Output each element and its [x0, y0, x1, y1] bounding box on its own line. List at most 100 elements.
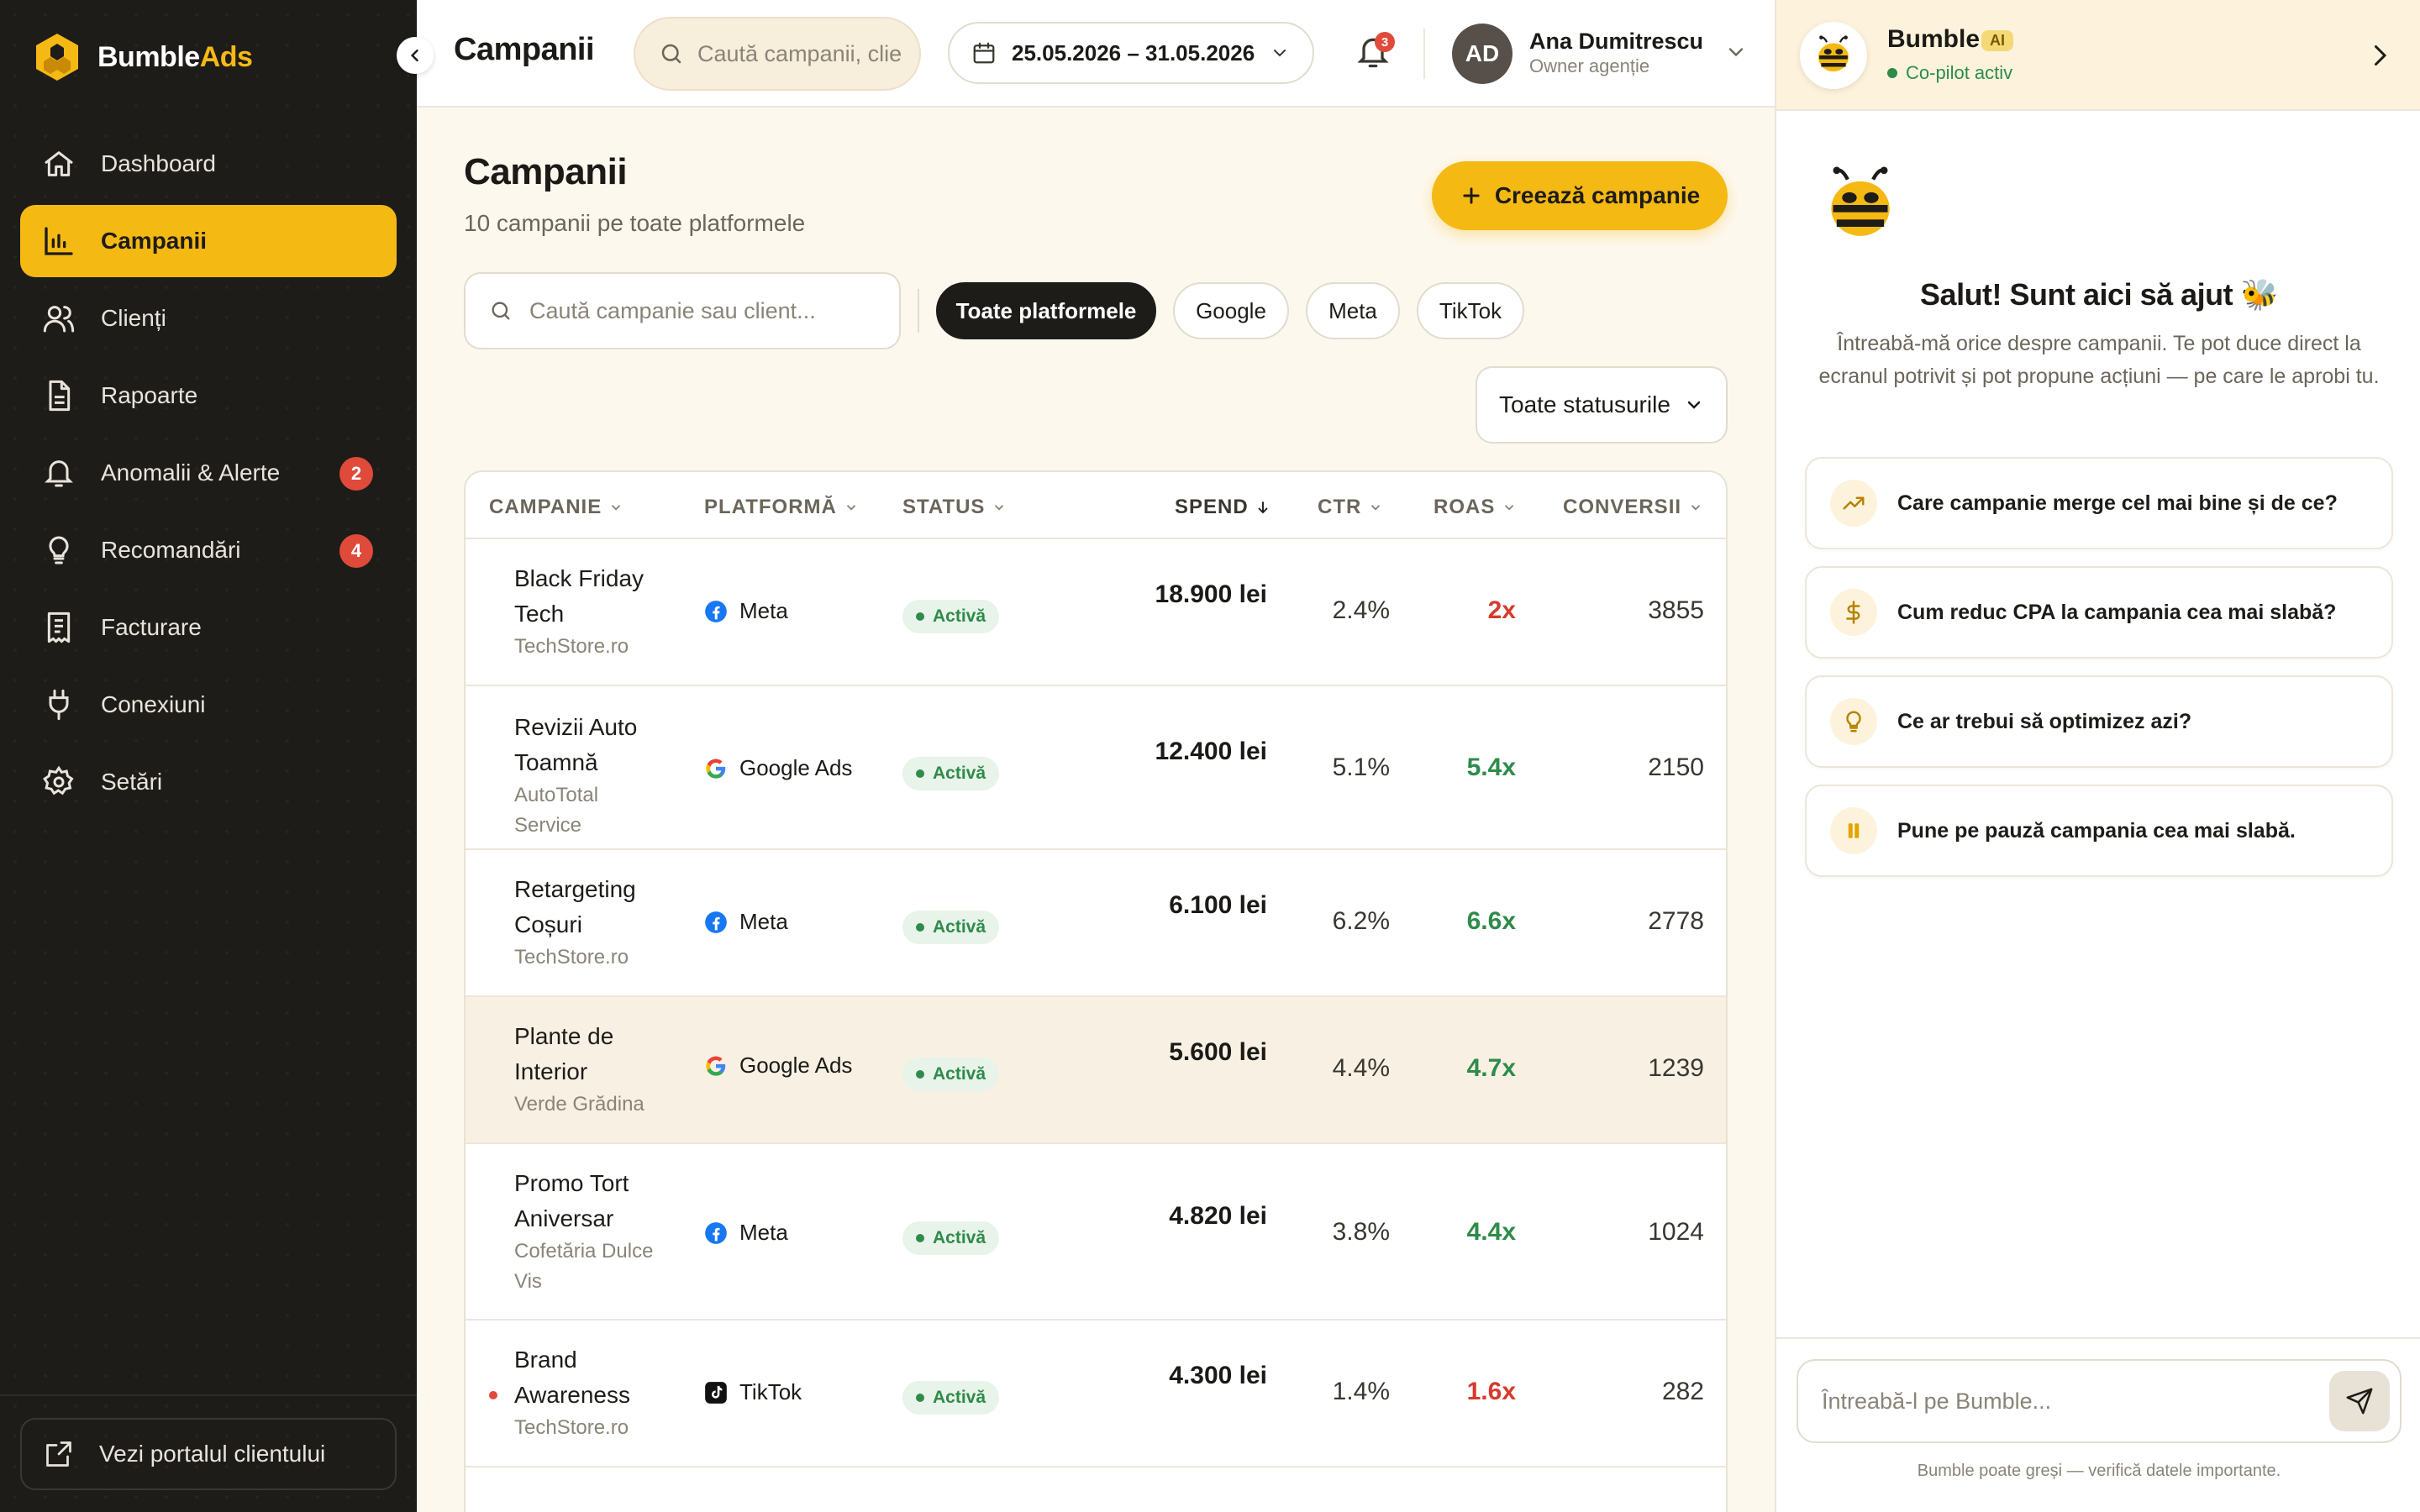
table-row[interactable]: Black Friday Tech TechStore.ro Meta Activ…	[466, 539, 1726, 686]
sidebar-item-recomandari[interactable]: Recomandări 4	[20, 514, 397, 586]
external-link-icon	[46, 1441, 71, 1467]
campaigns-subtitle: 10 campanii pe toate platformele	[464, 210, 806, 236]
client-portal-link[interactable]: Vezi portalul clientului	[20, 1418, 397, 1490]
status-badge: Activă	[902, 1058, 1000, 1091]
sidebar-item-label: Rapoarte	[101, 382, 198, 408]
google-icon	[706, 759, 726, 779]
conversions-value: 2778	[1648, 907, 1704, 935]
chevron-down-icon	[612, 505, 621, 511]
sidebar-item-label: Recomandări	[101, 537, 241, 563]
document-icon	[49, 380, 71, 412]
suggestion-pause-weakest[interactable]: Pune pe pauză campania cea mai slabă.	[1805, 785, 2393, 877]
table-row[interactable]: Promo Tort Aniversar Cofetăria Dulce Vis …	[466, 1144, 1726, 1320]
ctr-value: 1.4%	[1332, 1378, 1390, 1405]
column-header-platforma[interactable]: PLATFORMĂ	[704, 496, 859, 519]
filter-chip-meta[interactable]: Meta	[1306, 282, 1400, 339]
client-portal-label: Vezi portalul clientului	[99, 1441, 326, 1467]
column-header-spend[interactable]: SPEND	[1175, 496, 1270, 519]
page-title: Campanii	[454, 32, 595, 67]
filter-chip-all-platforms[interactable]: Toate platformele	[936, 282, 1156, 339]
ai-chat-placeholder: Întreabă-l pe Bumble...	[1822, 1388, 2052, 1414]
chevron-down-icon	[1371, 505, 1381, 511]
ai-assistant-panel: Bumble AI Co-pilot activ Salut! Sunt aic…	[1775, 0, 2420, 1512]
sidebar-item-clienti[interactable]: Clienți	[20, 282, 397, 354]
suggestion-reduce-cpa[interactable]: Cum reduc CPA la campania cea mai slabă?	[1805, 566, 2393, 659]
platform-cell: TikTok	[704, 1379, 802, 1405]
campaign-client: Verde Grădina	[514, 1093, 644, 1116]
column-header-campanie[interactable]: CAMPANIE	[489, 496, 623, 519]
sidebar-item-label: Anomalii & Alerte	[101, 459, 281, 486]
sidebar-item-label: Campanii	[101, 228, 208, 254]
spend-value: 5.600 lei	[1169, 1038, 1267, 1066]
sidebar-item-label: Setări	[101, 769, 163, 795]
suggestion-best-campaign[interactable]: Care campanie merge cel mai bine și de c…	[1805, 457, 2393, 549]
ctr-value: 2.4%	[1332, 596, 1390, 624]
bee-icon	[1818, 35, 1849, 72]
platform-cell: Meta	[704, 909, 788, 935]
campaign-search-input[interactable]: Caută campanie sau client...	[464, 272, 901, 349]
global-search-input[interactable]: Caută campanii, clie	[634, 17, 921, 91]
plug-icon	[49, 689, 69, 721]
column-header-ctr[interactable]: CTR	[1318, 496, 1383, 519]
conversions-value: 1239	[1648, 1054, 1704, 1082]
user-avatar[interactable]: AD	[1452, 24, 1512, 84]
sidebar-item-label: Conexiuni	[101, 691, 206, 717]
home-icon	[45, 151, 73, 176]
campaign-name: Retargeting Coșuri TechStore.ro	[514, 872, 666, 973]
roas-value: 5.4x	[1466, 753, 1516, 781]
sidebar-item-conexiuni[interactable]: Conexiuni	[20, 669, 397, 741]
sidebar-item-campanii[interactable]: Campanii	[20, 205, 397, 277]
create-campaign-button[interactable]: Creează campanie	[1432, 161, 1728, 230]
platform-cell: Google Ads	[704, 1053, 852, 1079]
suggestion-label: Care campanie merge cel mai bine și de c…	[1897, 491, 2338, 515]
sidebar-item-anomalii[interactable]: Anomalii & Alerte 2	[20, 437, 397, 509]
filter-chip-tiktok[interactable]: TikTok	[1417, 282, 1524, 339]
sidebar-item-label: Clienți	[101, 305, 166, 331]
chevron-down-icon	[1691, 505, 1701, 511]
sidebar-item-label: Facturare	[101, 614, 202, 640]
column-header-status[interactable]: STATUS	[902, 496, 1007, 519]
sidebar-collapse-button[interactable]	[397, 37, 434, 74]
column-header-roas[interactable]: ROAS	[1434, 496, 1517, 519]
honeycomb-logo-icon	[36, 34, 78, 81]
ai-tag-badge: AI	[1981, 30, 2013, 51]
sidebar: BumbleAds Dashboard Campanii Clienți Rap…	[0, 0, 417, 1512]
sidebar-item-setari[interactable]: Setări	[20, 746, 397, 818]
user-menu-chevron-icon[interactable]	[1724, 40, 1748, 64]
date-range-picker[interactable]: 25.05.2026 – 31.05.2026	[948, 22, 1314, 84]
campaign-name: Black Friday Tech TechStore.ro	[514, 561, 666, 662]
chevron-down-icon	[995, 505, 1004, 511]
table-row[interactable]: Revizii Auto Toamnă AutoTotal Service Goo…	[466, 688, 1726, 850]
status-filter-select[interactable]: Toate statusurile	[1476, 366, 1728, 444]
ctr-value: 5.1%	[1332, 753, 1390, 781]
user-name[interactable]: Ana Dumitrescu	[1529, 29, 1703, 55]
lightbulb-icon	[1846, 711, 1861, 732]
suggestion-optimize-today[interactable]: Ce ar trebui să optimizez azi?	[1805, 675, 2393, 768]
spend-value: 6.100 lei	[1169, 891, 1267, 919]
trending-up-icon	[1843, 496, 1865, 510]
ctr-value: 3.8%	[1332, 1218, 1390, 1246]
collapse-panel-chevron-icon[interactable]	[2365, 40, 2395, 71]
ai-disclaimer: Bumble poate greși — verifică datele imp…	[1917, 1462, 2281, 1480]
campaign-name: Plante de Interior Verde Grădina	[514, 1019, 666, 1120]
ai-chat-input[interactable]: Întreabă-l pe Bumble...	[1797, 1359, 2402, 1443]
table-row[interactable]: Plante de Interior Verde Grădina Google A…	[466, 997, 1726, 1144]
table-row[interactable]: Retargeting Coșuri TechStore.ro Meta Acti…	[466, 850, 1726, 997]
ai-intro-text: Întreabă-mă orice despre campanii. Te po…	[1818, 332, 2380, 388]
table-row[interactable]: Brand Awareness TechStore.ro TikTok Activ…	[466, 1320, 1726, 1467]
sort-descending-arrow-icon	[1258, 501, 1268, 514]
ai-panel-header: Bumble AI Co-pilot activ	[1776, 0, 2420, 111]
topbar-divider	[1423, 29, 1425, 79]
sidebar-item-rapoarte[interactable]: Rapoarte	[20, 360, 397, 432]
column-header-conversii[interactable]: CONVERSII	[1563, 496, 1703, 519]
sidebar-item-dashboard[interactable]: Dashboard	[20, 128, 397, 200]
campaign-client: TechStore.ro	[514, 1416, 629, 1439]
campaign-client: AutoTotal Service	[514, 784, 599, 837]
platform-cell: Meta	[704, 598, 788, 624]
filter-chip-google[interactable]: Google	[1173, 282, 1289, 339]
campaign-name: Revizii Auto Toamnă AutoTotal Service	[514, 710, 666, 841]
sidebar-item-facturare[interactable]: Facturare	[20, 591, 397, 664]
brand[interactable]: BumbleAds	[34, 30, 253, 84]
send-button[interactable]	[2329, 1371, 2390, 1431]
spend-value: 12.400 lei	[1155, 738, 1267, 765]
